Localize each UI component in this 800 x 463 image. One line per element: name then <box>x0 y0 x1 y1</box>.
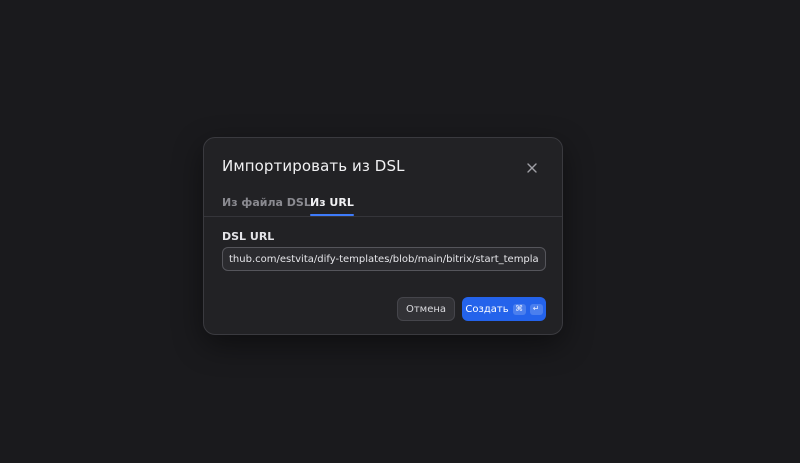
dsl-url-label: DSL URL <box>222 230 275 243</box>
tab-from-file[interactable]: Из файла DSL <box>222 196 311 215</box>
close-button[interactable] <box>522 158 542 178</box>
enter-key-icon: ↵ <box>529 303 543 315</box>
command-key-icon: ⌘ <box>512 303 526 315</box>
create-button[interactable]: Создать ⌘ ↵ <box>462 297 546 321</box>
dialog-title: Импортировать из DSL <box>222 157 405 175</box>
import-dsl-dialog: Импортировать из DSL Из файла DSL Из URL… <box>203 137 563 335</box>
tab-from-url-label: Из URL <box>310 196 354 209</box>
tab-from-file-label: Из файла DSL <box>222 196 311 209</box>
cancel-button[interactable]: Отмена <box>397 297 455 321</box>
create-button-label: Создать <box>465 303 509 315</box>
dsl-url-input[interactable] <box>222 247 546 271</box>
cancel-button-label: Отмена <box>405 303 447 315</box>
import-tabs: Из файла DSL Из URL <box>204 190 562 217</box>
close-icon <box>527 163 537 173</box>
active-tab-indicator <box>310 214 354 216</box>
tab-from-url[interactable]: Из URL <box>310 196 354 216</box>
